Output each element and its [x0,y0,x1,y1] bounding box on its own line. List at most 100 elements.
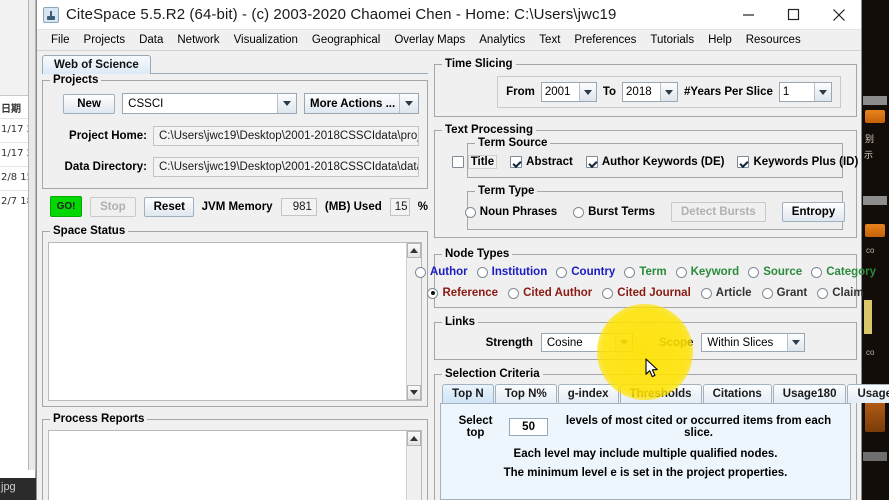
radio-dot [676,267,687,278]
radio-cited-journal[interactable]: Cited Journal [602,287,690,299]
scope-select[interactable]: Within Slices [701,333,805,352]
chevron-down-icon[interactable] [579,83,596,101]
text-processing-group: Text Processing Term Source Title Abstra… [434,130,857,238]
chevron-down-icon[interactable] [277,94,296,113]
more-actions-select[interactable]: More Actions ... [304,93,419,114]
data-directory-field[interactable]: C:\Users\jwc19\Desktop\2001-2018CSSCIdat… [153,157,419,177]
menu-visualization[interactable]: Visualization [227,32,305,48]
radio-source-label: Source [763,266,802,278]
years-per-slice-select[interactable]: 1 [779,82,832,102]
menu-preferences[interactable]: Preferences [567,32,643,48]
strength-label: Strength [486,337,533,349]
window-title: CiteSpace 5.5.R2 (64-bit) - (c) 2003-202… [66,6,616,23]
process-reports-text[interactable] [49,431,406,500]
menu-overlay-maps[interactable]: Overlay Maps [387,32,472,48]
radio-keyword[interactable]: Keyword [676,266,740,278]
tab-thresholds[interactable]: Thresholds [620,384,702,403]
minimize-icon[interactable] [726,0,771,30]
detect-bursts-button: Detect Bursts [671,202,766,222]
checkbox-author-keywords[interactable]: Author Keywords (DE) [586,156,725,168]
tab-usage180[interactable]: Usage180 [773,384,847,403]
menu-analytics[interactable]: Analytics [472,32,532,48]
radio-article[interactable]: Article [701,287,752,299]
radio-country[interactable]: Country [556,266,615,278]
new-project-button[interactable]: New [63,94,115,114]
menu-text[interactable]: Text [532,32,567,48]
to-year-select[interactable]: 2018 [622,82,678,102]
time-slicing-row: From 2001 To 2018 #Years Per Slice 1 [497,76,841,108]
radio-author[interactable]: Author [415,266,468,278]
maximize-icon[interactable] [771,0,816,30]
scroll-up-icon[interactable] [407,243,421,258]
close-icon[interactable] [816,0,861,30]
project-select[interactable]: CSSCI [122,93,297,114]
menu-file[interactable]: File [44,32,77,48]
text-processing-title: Text Processing [442,124,536,136]
projects-group: Projects New CSSCI More Actions ... [42,80,428,189]
node-types-row-2: Reference Cited Author Cited Journal [441,287,850,299]
radio-burst-terms[interactable]: Burst Terms [573,206,655,218]
radio-keyword-label: Keyword [691,266,740,278]
entropy-button[interactable]: Entropy [782,202,845,222]
radio-dot [415,267,426,278]
tab-top-n[interactable]: Top N [442,384,494,403]
radio-cited-author[interactable]: Cited Author [508,287,592,299]
menu-network[interactable]: Network [170,32,226,48]
menu-geographical[interactable]: Geographical [305,32,387,48]
bg-right-cjk-2: 示 [864,148,873,161]
go-button[interactable]: GO! [50,196,82,217]
chevron-down-icon[interactable] [615,334,632,351]
chevron-down-icon[interactable] [399,94,418,113]
from-year-select[interactable]: 2001 [541,82,597,102]
from-label: From [506,86,535,98]
radio-dot [817,288,828,299]
radio-cited-journal-label: Cited Journal [617,287,690,299]
bg-left-footer-text: jpg [1,481,16,493]
bg-right-cjk-1: 别 [865,132,874,145]
radio-author-label: Author [430,266,468,278]
menu-projects[interactable]: Projects [77,32,133,48]
process-reports-scrollbar[interactable] [406,431,421,500]
menu-tutorials[interactable]: Tutorials [643,32,701,48]
radio-claim[interactable]: Claim [817,287,863,299]
checkbox-keywords-plus[interactable]: Keywords Plus (ID) [737,156,858,168]
tab-citations[interactable]: Citations [703,384,772,403]
reset-button[interactable]: Reset [144,197,194,217]
radio-grant[interactable]: Grant [762,287,808,299]
checkbox-title-label: Title [468,155,497,169]
checkbox-title[interactable]: Title [452,155,497,169]
citespace-window: CiteSpace 5.5.R2 (64-bit) - (c) 2003-202… [36,0,862,500]
space-status-text[interactable] [49,243,406,400]
tab-web-of-science[interactable]: Web of Science [42,55,151,74]
chevron-down-icon[interactable] [660,83,677,101]
strength-select[interactable]: Cosine [541,333,633,352]
screen: 别 示 co co 日期 1/17 2 1/17 2 2/8 15 2/7 18… [0,0,889,500]
scope-label: Scope [659,337,694,349]
to-year-value: 2018 [623,83,660,101]
scroll-up-icon[interactable] [407,431,421,446]
menu-help[interactable]: Help [701,32,739,48]
chevron-down-icon[interactable] [814,83,831,101]
selection-criteria-group: Selection Criteria Top N Top N% g-index … [434,374,857,500]
chevron-down-icon[interactable] [787,334,804,351]
radio-noun-phrases[interactable]: Noun Phrases [465,206,557,218]
background-window-right: 别 示 co co [861,0,889,500]
checkbox-box [510,156,522,168]
radio-source[interactable]: Source [748,266,802,278]
radio-reference[interactable]: Reference [427,287,498,299]
projects-group-title: Projects [50,74,101,86]
menu-resources[interactable]: Resources [739,32,808,48]
wos-tabstrip: Web of Science [42,55,428,74]
radio-institution[interactable]: Institution [477,266,548,278]
tab-usage2013[interactable]: Usage2013 [847,384,889,403]
tab-g-index[interactable]: g-index [558,384,619,403]
radio-term[interactable]: Term [624,266,666,278]
menu-data[interactable]: Data [132,32,170,48]
project-home-field[interactable]: C:\Users\jwc19\Desktop\2001-2018CSSCIdat… [153,126,419,146]
radio-institution-label: Institution [492,266,548,278]
select-top-input[interactable]: 50 [509,418,548,436]
scroll-down-icon[interactable] [407,385,421,400]
checkbox-abstract[interactable]: Abstract [510,156,573,168]
radio-category[interactable]: Category [811,266,876,278]
tab-top-n-percent[interactable]: Top N% [495,384,557,403]
